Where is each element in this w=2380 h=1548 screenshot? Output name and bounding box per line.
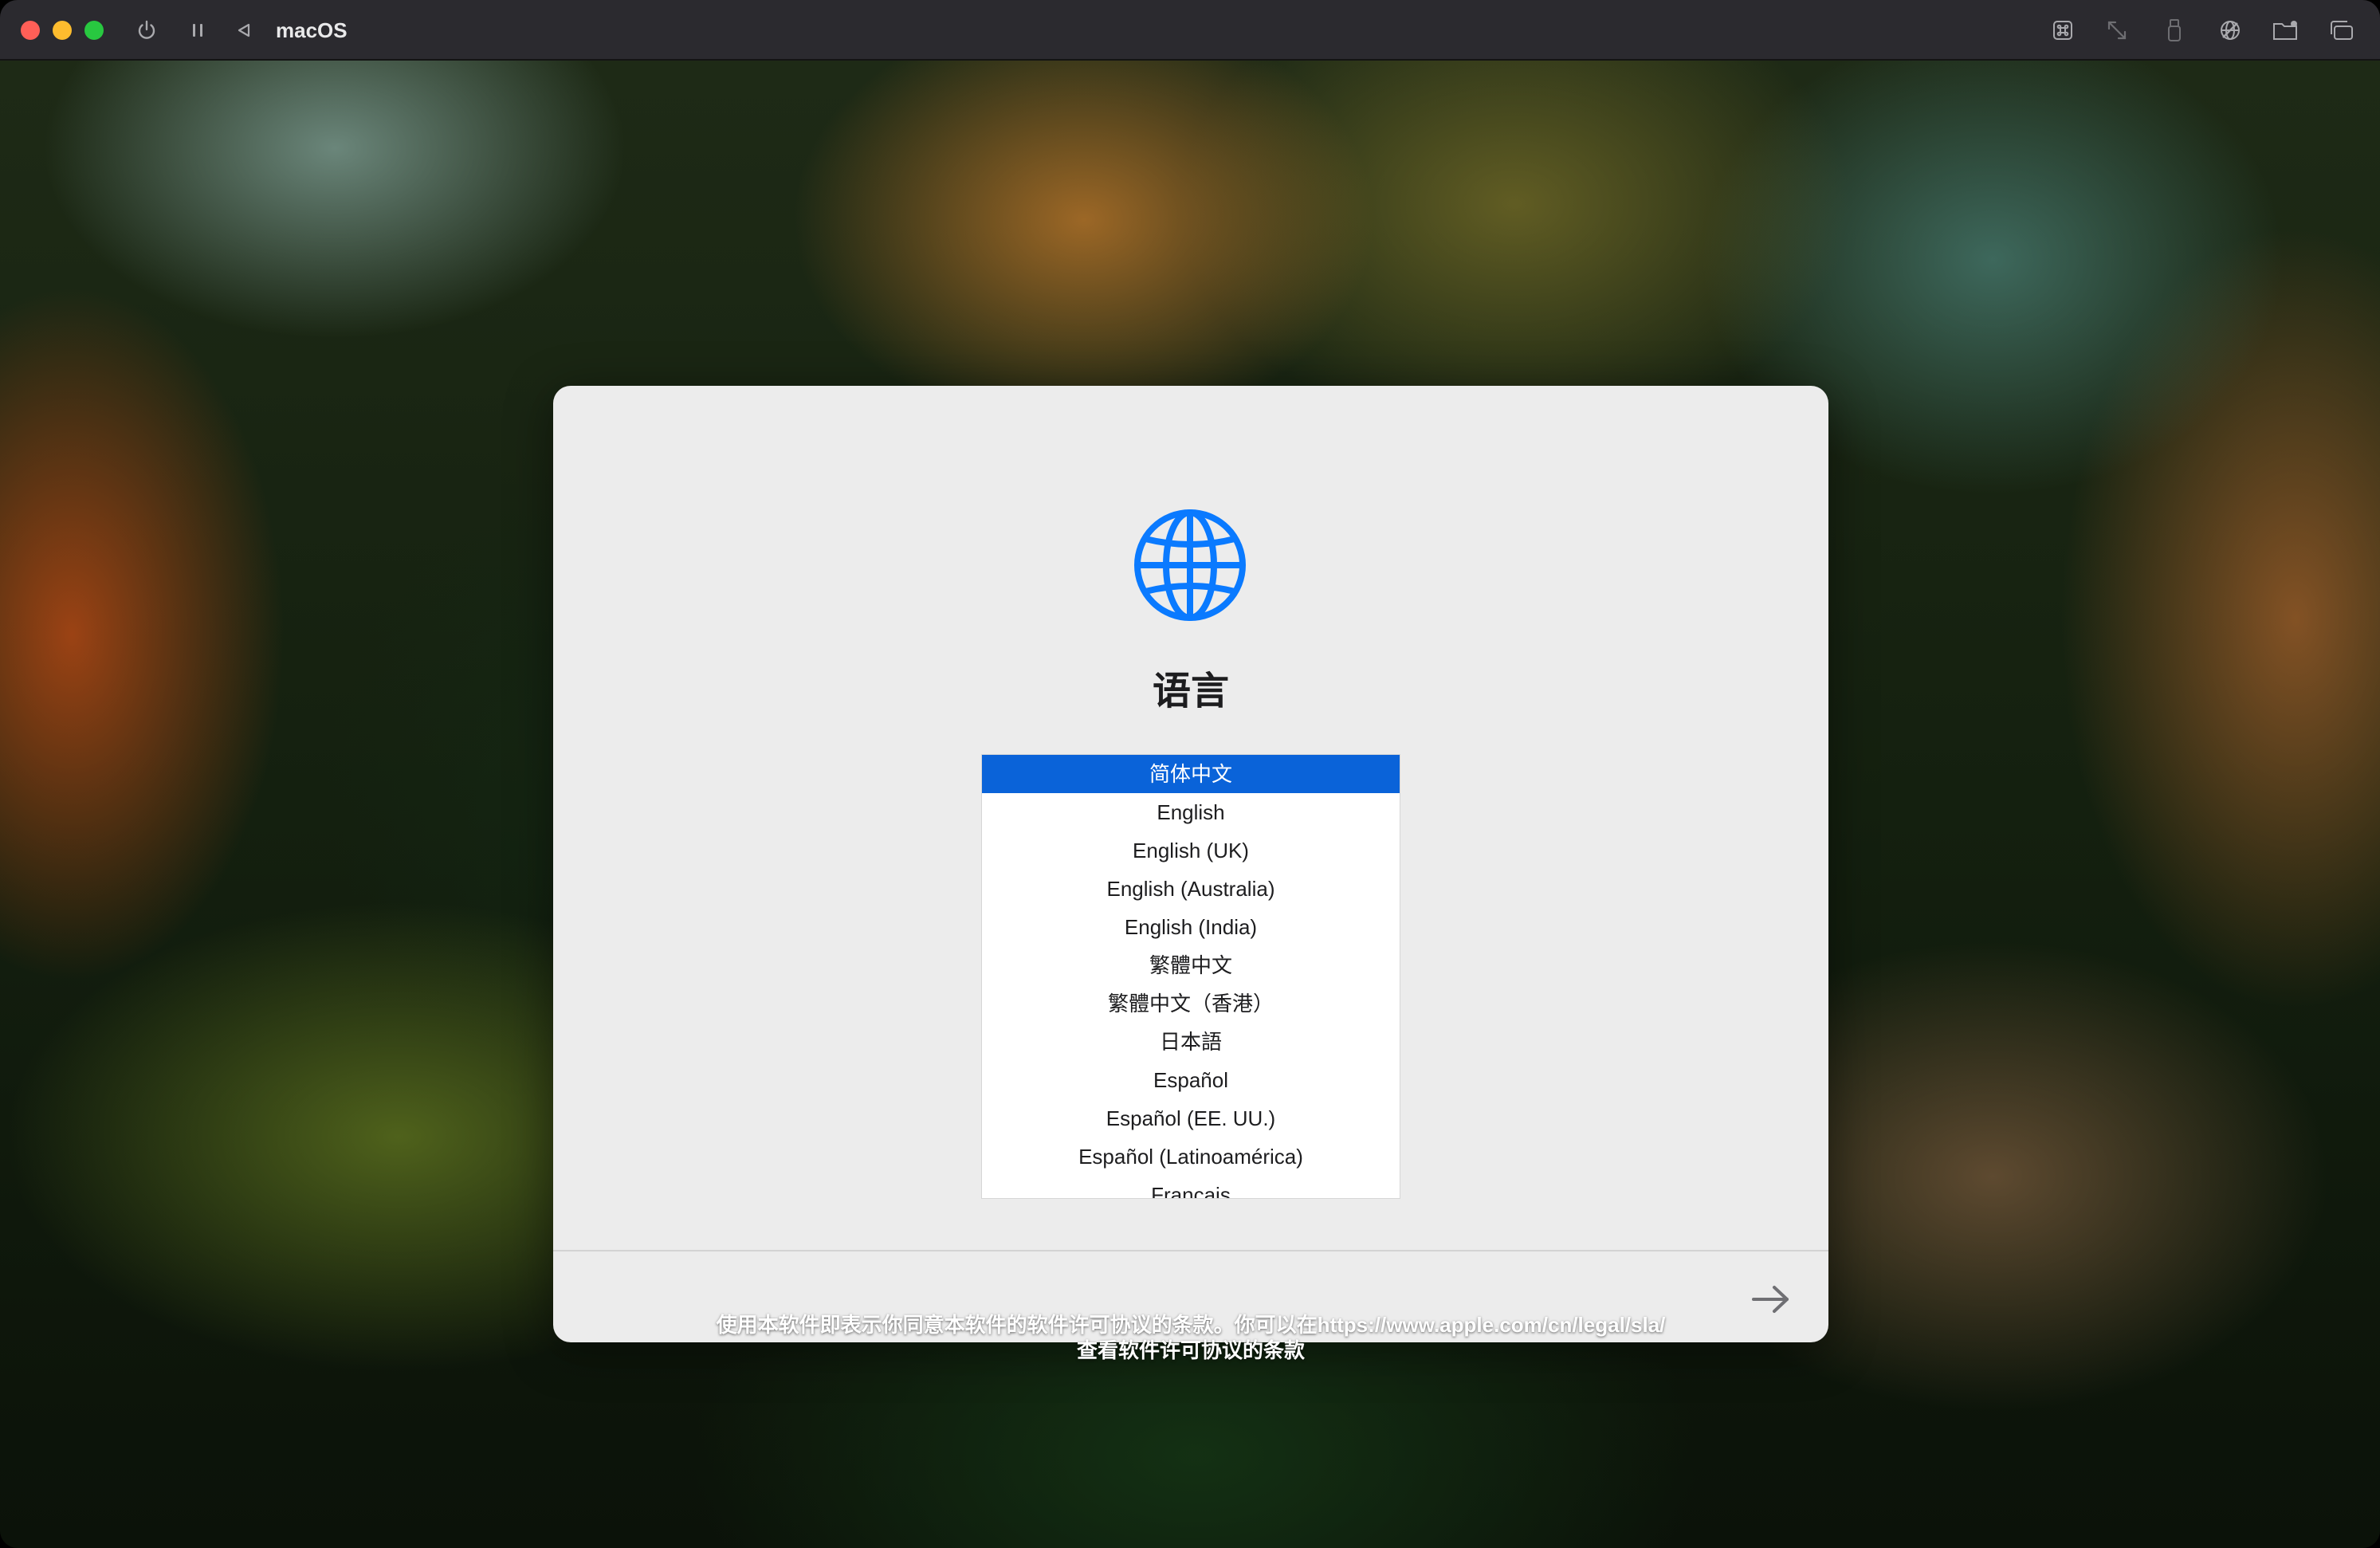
license-notice: 使用本软件即表示你同意本软件的软件许可协议的条款。你可以在https://www… xyxy=(553,1312,1828,1363)
language-item[interactable]: English xyxy=(982,793,1400,831)
language-item[interactable]: Español (EE. UU.) xyxy=(982,1099,1400,1137)
network-off-icon[interactable] xyxy=(2216,16,2245,45)
language-item[interactable]: 繁體中文（香港） xyxy=(982,984,1400,1023)
language-item[interactable]: English (Australia) xyxy=(982,870,1400,908)
language-item[interactable]: Français xyxy=(982,1176,1400,1198)
back-triangle-icon[interactable] xyxy=(230,16,258,45)
resize-arrows-icon[interactable] xyxy=(2103,16,2131,45)
power-icon[interactable] xyxy=(132,16,161,45)
command-key-icon[interactable] xyxy=(2048,16,2077,45)
language-list[interactable]: 简体中文 English English (UK) English (Austr… xyxy=(981,754,1400,1199)
language-item[interactable]: 繁體中文 xyxy=(982,946,1400,984)
language-item[interactable]: English (India) xyxy=(982,908,1400,946)
title-bar: macOS xyxy=(0,0,2380,61)
language-dialog: 语言 简体中文 English English (UK) English (Au… xyxy=(553,386,1828,1342)
zoom-button[interactable] xyxy=(84,21,104,40)
close-button[interactable] xyxy=(21,21,40,40)
language-item[interactable]: Español (Latinoamérica) xyxy=(982,1137,1400,1176)
usb-icon[interactable] xyxy=(2160,16,2189,45)
window-stack-icon[interactable] xyxy=(2327,16,2356,45)
language-item[interactable]: 日本語 xyxy=(982,1023,1400,1061)
vm-window: macOS 语言 简体中文 English English (UK) Engli… xyxy=(0,0,2380,1548)
language-item[interactable]: English (UK) xyxy=(982,831,1400,870)
language-item[interactable]: Español xyxy=(982,1061,1400,1099)
pause-icon[interactable] xyxy=(183,16,212,45)
window-title: macOS xyxy=(276,18,348,42)
footer-divider xyxy=(553,1250,1828,1251)
globe-icon xyxy=(1133,509,1247,622)
page-title: 语言 xyxy=(1152,670,1229,713)
license-line-1: 使用本软件即表示你同意本软件的软件许可协议的条款。你可以在https://www… xyxy=(716,1313,1666,1337)
language-item-selected[interactable]: 简体中文 xyxy=(982,755,1400,793)
minimize-button[interactable] xyxy=(53,21,72,40)
right-arrow-icon xyxy=(1752,1286,1789,1313)
shared-folder-icon[interactable] xyxy=(2272,16,2300,45)
license-line-2: 查看软件许可协议的条款 xyxy=(1076,1338,1305,1362)
